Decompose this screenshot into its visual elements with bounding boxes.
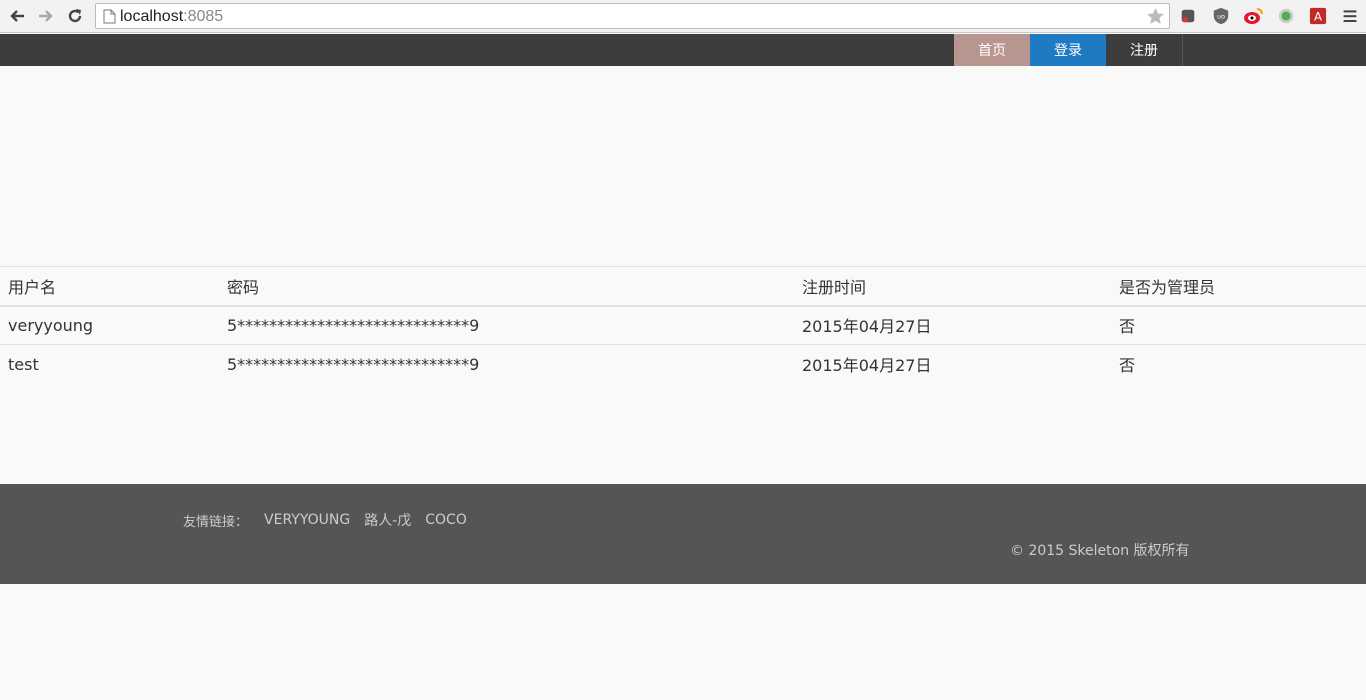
copyright-text: © 2015 Skeleton 版权所有	[1010, 543, 1190, 559]
cell-username: veryyoung	[8, 315, 94, 335]
back-icon[interactable]	[5, 4, 29, 28]
cell-is-admin: 否	[1119, 317, 1136, 337]
bookmark-star-icon[interactable]	[1146, 7, 1165, 26]
url-host: localhost	[120, 8, 184, 25]
header-password: 密码	[227, 277, 260, 297]
site-header: 首页 登录 注册	[0, 34, 1366, 66]
users-table: 用户名 密码 注册时间 是否为管理员 veryyoung 5**********…	[0, 266, 1366, 384]
address-bar[interactable]: localhost:8085	[95, 3, 1170, 29]
browser-toolbar: localhost:8085 uo A	[0, 0, 1366, 33]
cell-password: 5*****************************9	[227, 354, 480, 374]
extension-weibo-icon[interactable]	[1243, 6, 1263, 26]
extension-status-icon[interactable]	[1276, 6, 1296, 26]
extension-ublock-icon[interactable]: uo	[1211, 6, 1231, 26]
menu-icon[interactable]	[1340, 6, 1360, 26]
reload-icon[interactable]	[63, 4, 87, 28]
svg-text:uo: uo	[1217, 14, 1225, 21]
nav-home-link[interactable]: 首页	[954, 34, 1030, 66]
friend-link-passerby[interactable]: 路人-戊	[364, 510, 411, 530]
table-row: test 5*****************************9 201…	[0, 345, 1366, 384]
header-register-time: 注册时间	[802, 277, 867, 297]
extension-acrobat-icon[interactable]: A	[1308, 6, 1328, 26]
cell-register-time: 2015年04月27日	[802, 356, 932, 376]
page-icon	[103, 9, 116, 24]
nav-login-link[interactable]: 登录	[1030, 34, 1106, 66]
header-username: 用户名	[8, 277, 57, 297]
cell-username: test	[8, 354, 39, 374]
extension-evernote-icon[interactable]	[1178, 6, 1198, 26]
cell-password: 5*****************************9	[227, 315, 480, 335]
svg-text:A: A	[1314, 10, 1322, 24]
friend-link-veryyoung[interactable]: VERYYOUNG	[264, 512, 350, 528]
table-header-row: 用户名 密码 注册时间 是否为管理员	[0, 266, 1366, 306]
url-port: :8085	[183, 8, 224, 25]
cell-is-admin: 否	[1119, 356, 1136, 376]
friend-link-coco[interactable]: COCO	[425, 512, 467, 528]
friend-links-label: 友情链接：	[183, 514, 249, 530]
cell-register-time: 2015年04月27日	[802, 317, 932, 337]
nav-register-link[interactable]: 注册	[1106, 34, 1183, 66]
table-row: veryyoung 5*****************************…	[0, 306, 1366, 345]
header-is-admin: 是否为管理员	[1119, 277, 1216, 297]
friend-links: 友情链接： VERYYOUNG 路人-戊 COCO	[183, 510, 481, 530]
forward-icon[interactable]	[34, 4, 58, 28]
site-footer: 友情链接： VERYYOUNG 路人-戊 COCO © 2015 Skeleto…	[0, 484, 1366, 584]
